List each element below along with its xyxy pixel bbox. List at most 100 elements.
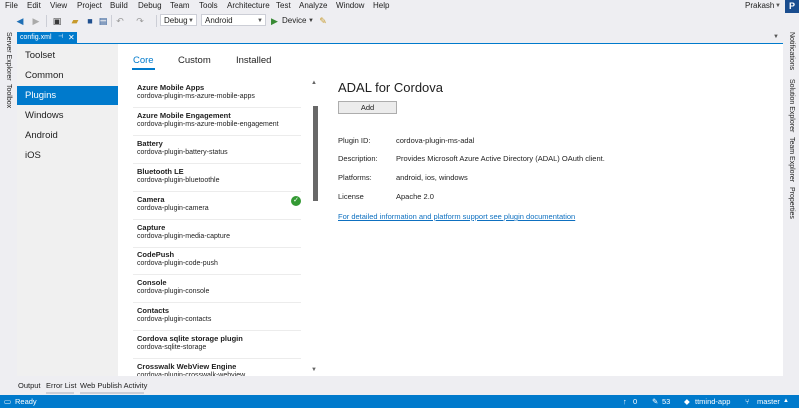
config-value: Debug [164, 16, 188, 25]
pending-edits-count[interactable]: 53 [662, 395, 670, 408]
menu-build[interactable]: Build [110, 1, 128, 11]
plugin-item[interactable]: Azure Mobile Apps cordova-plugin-ms-azur… [133, 80, 301, 108]
save-icon[interactable]: ■ [84, 15, 96, 27]
doc-tab-config[interactable]: config.xml ⊣ ✕ [17, 32, 77, 43]
plugin-item[interactable]: Contacts cordova-plugin-contacts [133, 303, 301, 331]
menu-architecture[interactable]: Architecture [227, 1, 270, 11]
status-bar: ▭ Ready ↑ 0 ✎ 53 ◆ ttmind-app ⑂ master ▲ [0, 395, 799, 408]
back-icon[interactable]: ◀ [14, 15, 26, 27]
scroll-up-icon[interactable]: ▲ [311, 80, 317, 86]
tab-custom[interactable]: Custom [178, 55, 211, 67]
category-ios[interactable]: iOS [17, 146, 118, 165]
installed-check-icon: ✓ [291, 196, 301, 206]
open-folder-icon[interactable]: ▰ [69, 15, 81, 27]
user-name[interactable]: Prakash [745, 1, 774, 11]
scroll-down-icon[interactable]: ▼ [311, 367, 317, 373]
plugin-name: Azure Mobile Apps [137, 83, 205, 92]
plugin-item[interactable]: Azure Mobile Engagement cordova-plugin-m… [133, 108, 301, 136]
category-toolset[interactable]: Toolset [17, 46, 118, 65]
license-value: Apache 2.0 [396, 192, 434, 201]
status-ready: Ready [15, 397, 37, 406]
menu-analyze[interactable]: Analyze [299, 1, 327, 11]
left-tool-strip: Server Explorer Toolbox [0, 29, 16, 376]
menu-debug[interactable]: Debug [138, 1, 162, 11]
solution-explorer-tab[interactable]: Solution Explorer [787, 79, 795, 132]
chevron-up-icon[interactable]: ▲ [783, 395, 789, 408]
menu-team[interactable]: Team [170, 1, 190, 11]
status-window-icon: ▭ [4, 397, 12, 406]
save-all-icon[interactable]: ▤ [97, 15, 109, 27]
chevron-down-icon[interactable]: ▼ [775, 1, 781, 11]
run-device-button[interactable]: Device [282, 15, 306, 27]
add-plugin-button[interactable]: Add [338, 101, 397, 114]
plugin-item[interactable]: Capture cordova-plugin-media-capture [133, 220, 301, 248]
plugin-item[interactable]: Bluetooth LE cordova-plugin-bluetoothle [133, 164, 301, 192]
category-plugins[interactable]: Plugins [17, 86, 118, 105]
chevron-down-icon: ▼ [188, 18, 194, 24]
category-common[interactable]: Common [17, 66, 118, 85]
tab-underline [80, 392, 144, 394]
plugin-id: cordova-plugin-camera [137, 205, 209, 212]
plugin-name: Crosswalk WebView Engine [137, 362, 237, 371]
play-icon[interactable]: ▶ [271, 15, 278, 27]
plugin-name: Capture [137, 223, 166, 232]
right-tool-strip: Notifications Solution Explorer Team Exp… [783, 29, 799, 376]
plugin-name: Battery [137, 139, 163, 148]
plugin-item[interactable]: Battery cordova-plugin-battery-status [133, 136, 301, 164]
redo-icon[interactable]: ↷ [134, 15, 146, 27]
config-dropdown[interactable]: Debug ▼ [160, 14, 197, 26]
server-explorer-tab[interactable]: Server Explorer [4, 32, 12, 81]
plugin-item[interactable]: Camera cordova-plugin-camera ✓ [133, 192, 301, 220]
arrow-up-icon[interactable]: ↑ [623, 395, 627, 408]
plugin-id: cordova-plugin-contacts [137, 316, 212, 323]
menu-project[interactable]: Project [77, 1, 102, 11]
repo-icon[interactable]: ◆ [684, 395, 690, 408]
branch-icon[interactable]: ⑂ [745, 395, 750, 408]
unpushed-count[interactable]: 0 [633, 395, 637, 408]
team-explorer-tab[interactable]: Team Explorer [787, 137, 795, 182]
plugin-id: cordova-plugin-ms-azure-mobile-apps [137, 93, 255, 100]
pencil-icon[interactable]: ✎ [652, 395, 658, 408]
menu-window[interactable]: Window [336, 1, 364, 11]
category-windows[interactable]: Windows [17, 106, 118, 125]
list-scrollbar-thumb[interactable] [313, 106, 318, 201]
profile-badge[interactable]: P [785, 0, 799, 13]
chevron-down-icon[interactable]: ▼ [773, 34, 779, 40]
plugin-item[interactable]: Cordova sqlite storage plugin cordova-sq… [133, 331, 301, 359]
web-publish-activity-tab[interactable]: Web Publish Activity [80, 381, 147, 391]
license-label: License [338, 192, 364, 201]
chevron-down-icon[interactable]: ▼ [305, 15, 317, 27]
menu-view[interactable]: View [50, 1, 67, 11]
description-label: Description: [338, 154, 378, 163]
category-nav: Toolset Common Plugins Windows Android i… [17, 44, 118, 376]
close-icon[interactable]: ✕ [68, 32, 75, 43]
repo-name[interactable]: ttmind-app [695, 395, 730, 408]
menu-test[interactable]: Test [276, 1, 291, 11]
forward-icon[interactable]: ▶ [30, 15, 42, 27]
platform-dropdown[interactable]: Android ▼ [201, 14, 266, 26]
notifications-tab[interactable]: Notifications [787, 32, 795, 70]
category-android[interactable]: Android [17, 126, 118, 145]
menu-file[interactable]: File [5, 1, 18, 11]
toolbar-extra-icon[interactable]: ✎ [317, 15, 329, 27]
plugin-documentation-link[interactable]: For detailed information and platform su… [338, 212, 575, 222]
active-tab-indicator [132, 68, 155, 70]
new-project-icon[interactable]: ▣ [51, 15, 63, 27]
platforms-label: Platforms: [338, 173, 372, 182]
menu-help[interactable]: Help [373, 1, 389, 11]
error-list-tab[interactable]: Error List [46, 381, 76, 391]
plugin-item[interactable]: Crosswalk WebView Engine cordova-plugin-… [133, 359, 301, 376]
tab-installed[interactable]: Installed [236, 55, 271, 67]
menu-tools[interactable]: Tools [199, 1, 218, 11]
properties-tab[interactable]: Properties [787, 187, 795, 219]
plugin-item[interactable]: Console cordova-plugin-console [133, 275, 301, 303]
pin-icon[interactable]: ⊣ [58, 32, 63, 43]
tab-core[interactable]: Core [133, 55, 154, 67]
toolbox-tab[interactable]: Toolbox [4, 84, 12, 108]
plugin-id-label: Plugin ID: [338, 136, 371, 145]
branch-name[interactable]: master [757, 395, 780, 408]
menu-edit[interactable]: Edit [27, 1, 41, 11]
output-tab[interactable]: Output [18, 381, 41, 391]
undo-icon[interactable]: ↶ [114, 15, 126, 27]
plugin-item[interactable]: CodePush cordova-plugin-code-push [133, 247, 301, 275]
